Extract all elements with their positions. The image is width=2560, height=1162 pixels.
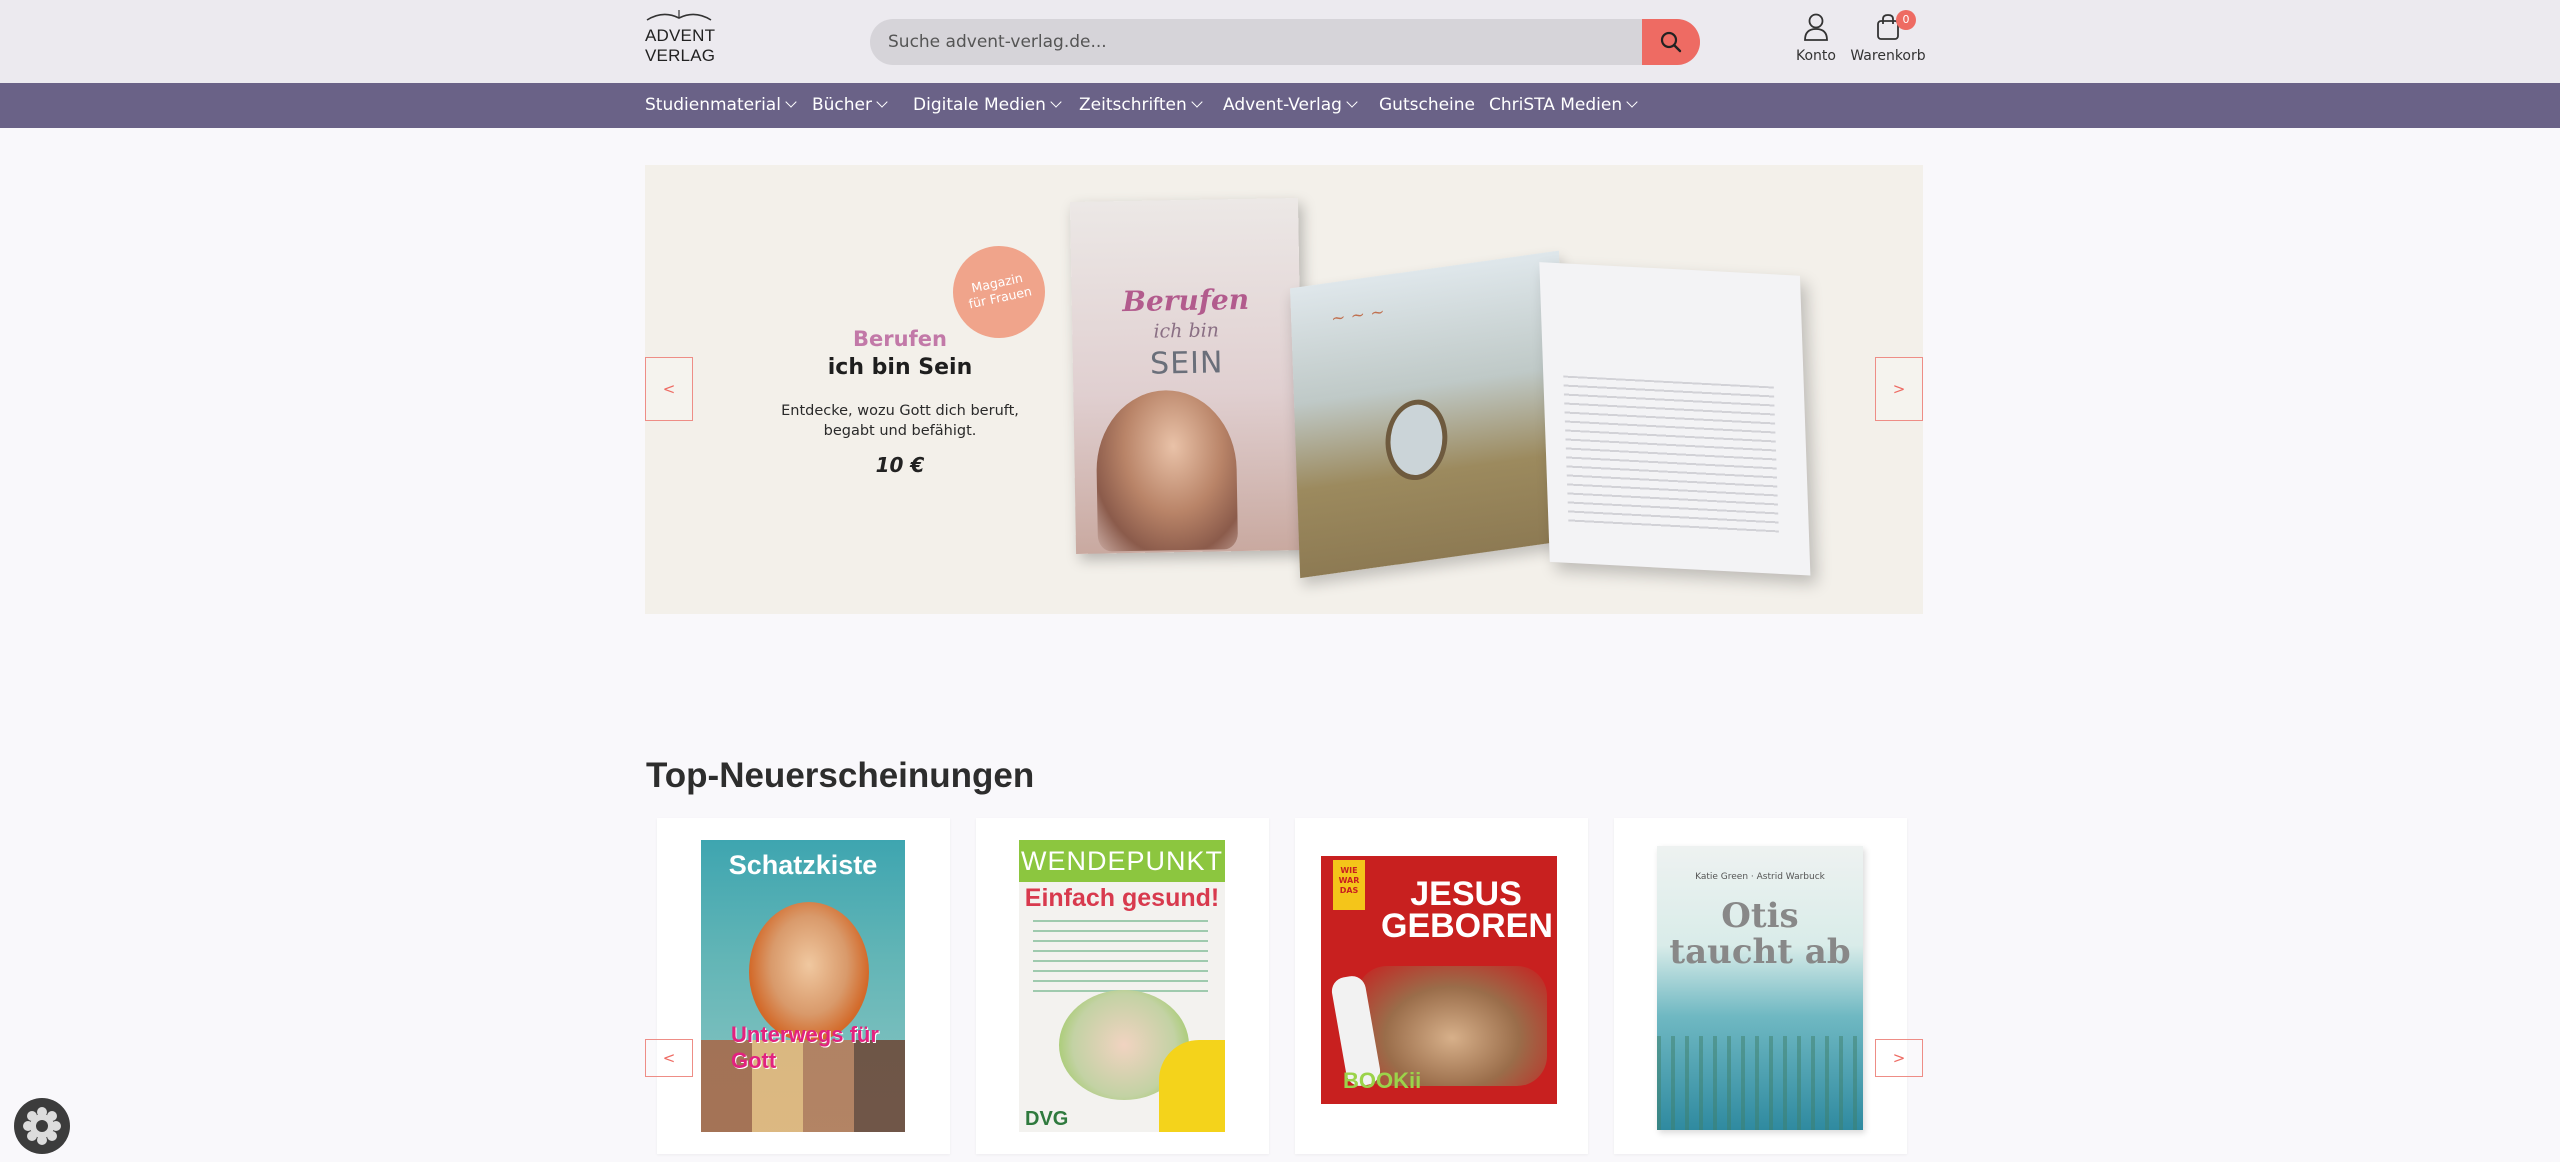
chevron-down-icon: [1346, 96, 1358, 108]
product-cover-image: WENDEPUNKT Einfach gesund! DVG: [1019, 840, 1225, 1132]
cookie-icon: [23, 1107, 61, 1145]
hero-prev-button[interactable]: <: [645, 357, 693, 421]
main-navigation: Studienmaterial Bücher Digitale Medien Z…: [0, 83, 2560, 128]
hero-slider[interactable]: Magazin für Frauen Berufen ich bin Sein …: [645, 165, 1923, 614]
hero-title-accent: Berufen: [853, 327, 947, 351]
product-card[interactable]: WIE WAR DAS JESUS GEBOREN BOOKii: [1295, 818, 1588, 1154]
hero-next-button[interactable]: >: [1875, 357, 1923, 421]
chevron-down-icon: [1191, 96, 1203, 108]
chevron-down-icon: [785, 96, 797, 108]
cover-photo: [1095, 389, 1239, 552]
account-link[interactable]: Konto: [1790, 12, 1842, 64]
user-icon: [1804, 13, 1828, 41]
product-card[interactable]: WENDEPUNKT Einfach gesund! DVG: [976, 818, 1269, 1154]
hero-description: Entdecke, wozu Gott dich beruft, begabt …: [781, 403, 1019, 439]
product-card[interactable]: Schatzkiste Unterwegs für Gott: [657, 818, 950, 1154]
nav-item-gutscheine[interactable]: Gutscheine: [1379, 83, 1475, 128]
logo-line2: VERLAG: [645, 46, 716, 65]
search-icon: [1660, 31, 1682, 53]
cart-label: Warenkorb: [1850, 48, 1926, 64]
products-prev-button[interactable]: <: [645, 1039, 693, 1077]
product-cover-image: Katie Green · Astrid Warbuck Otis taucht…: [1657, 846, 1863, 1130]
hero-open-magazine-image: ~ ~ ~: [1290, 250, 1821, 594]
nav-item-christa-medien[interactable]: ChriSTA Medien: [1489, 83, 1638, 128]
search-button[interactable]: [1642, 19, 1700, 65]
site-header: ADVENT VERLAG Konto 0 Warenkorb: [0, 0, 2560, 83]
nav-item-advent-verlag[interactable]: Advent-Verlag: [1223, 83, 1358, 128]
section-title: Top-Neuerscheinungen: [646, 756, 1035, 795]
hero-magazine-cover: Berufen ich bin SEIN: [1069, 198, 1305, 554]
nav-item-buecher[interactable]: Bücher: [812, 83, 888, 128]
logo-line1: ADVENT: [645, 26, 716, 45]
account-label: Konto: [1796, 48, 1836, 64]
chevron-down-icon: [1626, 96, 1638, 108]
search-input[interactable]: [870, 19, 1642, 65]
nav-item-studienmaterial[interactable]: Studienmaterial: [645, 83, 797, 128]
hero-price: 10 €: [875, 453, 925, 477]
nav-item-digitale-medien[interactable]: Digitale Medien: [913, 83, 1062, 128]
hero-title: ich bin Sein: [827, 355, 973, 380]
products-next-button[interactable]: >: [1875, 1039, 1923, 1077]
cart-link[interactable]: 0 Warenkorb: [1850, 10, 1926, 64]
chevron-down-icon: [876, 96, 888, 108]
nav-item-zeitschriften[interactable]: Zeitschriften: [1079, 83, 1203, 128]
cookie-settings-button[interactable]: [14, 1098, 70, 1154]
chevron-down-icon: [1050, 96, 1062, 108]
product-card[interactable]: Katie Green · Astrid Warbuck Otis taucht…: [1614, 818, 1907, 1154]
cart-count-badge: 0: [1896, 10, 1916, 30]
search-bar: [870, 19, 1700, 65]
book-logo-icon: [646, 10, 712, 21]
product-cover-image: Schatzkiste Unterwegs für Gott: [701, 840, 905, 1132]
advent-verlag-logo[interactable]: ADVENT VERLAG: [645, 8, 715, 68]
product-cover-image: WIE WAR DAS JESUS GEBOREN BOOKii: [1321, 856, 1557, 1104]
